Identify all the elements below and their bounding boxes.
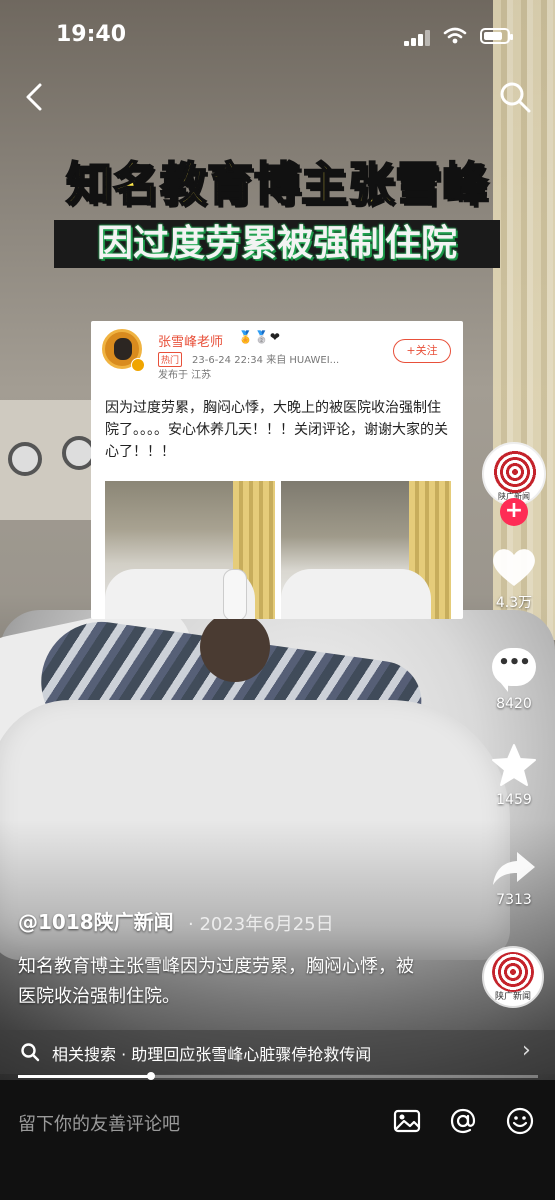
- back-button[interactable]: [18, 80, 52, 114]
- video-progress-bar[interactable]: [18, 1072, 538, 1080]
- video-progress-handle[interactable]: [146, 1072, 155, 1080]
- star-icon: [492, 744, 536, 786]
- related-search-text: 相关搜索 · 助理回应张雪峰心脏骤停抢救传闻: [52, 1045, 372, 1064]
- shaanxi-radio-logo-icon: [492, 450, 538, 494]
- favorite-count: 1459: [496, 792, 532, 808]
- search-icon: [500, 82, 531, 113]
- music-disc[interactable]: 陕广新闻: [482, 946, 544, 1008]
- video-frame[interactable]: 19:40 知名教育博主张雪峰 因过度劳累被强制住院 张雪峰老师 🏅🥈❤ 热门 …: [0, 0, 555, 1080]
- comment-bubble-icon: •••: [492, 648, 536, 692]
- verified-badge-icon: [131, 358, 145, 372]
- comment-count: 8420: [496, 696, 532, 712]
- comment-button[interactable]: ••• 8420: [483, 648, 545, 712]
- heart-icon: [493, 549, 535, 586]
- weibo-post-location: 发布于 江苏: [158, 370, 212, 381]
- follow-plus-button[interactable]: +: [500, 498, 528, 526]
- post-author[interactable]: @1018陕广新闻: [18, 906, 174, 935]
- post-date: · 2023年6月25日: [188, 914, 334, 935]
- weibo-user-name: 张雪峰老师: [158, 335, 224, 350]
- video-headline-line2-box: 因过度劳累被强制住院: [54, 220, 500, 268]
- weibo-medal-icons: 🏅🥈❤: [238, 330, 281, 344]
- weibo-post-body: 因为过度劳累，胸闷心悸，大晚上的被医院收治强制住院了。。。。安心休养几天！！！关…: [105, 400, 448, 460]
- weibo-follow-button: +关注: [393, 339, 451, 363]
- search-button[interactable]: [498, 80, 532, 114]
- favorite-button[interactable]: 1459: [483, 742, 545, 808]
- like-button[interactable]: 4.3万: [483, 546, 545, 612]
- status-bar: 19:40: [0, 0, 555, 70]
- share-button[interactable]: 7313: [483, 848, 545, 908]
- weibo-post-time: 23-6-24 22:34 来自 HUAWEI...: [192, 355, 340, 366]
- wifi-icon: [443, 26, 467, 51]
- weibo-post-card: 张雪峰老师 🏅🥈❤ 热门 23-6-24 22:34 来自 HUAWEI... …: [91, 321, 463, 619]
- related-search-bar[interactable]: 相关搜索 · 助理回应张雪峰心脏骤停抢救传闻 ›: [0, 1030, 555, 1074]
- share-count: 7313: [496, 892, 532, 908]
- smiley-icon[interactable]: [505, 1106, 535, 1136]
- weibo-photo-2: [281, 481, 451, 619]
- comment-input[interactable]: 留下你的友善评论吧: [18, 1110, 180, 1136]
- at-icon[interactable]: [448, 1106, 478, 1136]
- weibo-photo-1: [105, 481, 275, 619]
- cellular-signal-icon: [404, 30, 432, 46]
- video-progress-fill: [18, 1075, 151, 1078]
- author-avatar[interactable]: 陕广新闻: [482, 442, 546, 506]
- chevron-left-icon: [26, 83, 42, 111]
- shaanxi-radio-logo-icon: [492, 952, 534, 992]
- chevron-right-icon: ›: [522, 1038, 531, 1063]
- share-arrow-icon: [493, 852, 535, 885]
- video-headline-line2: 因过度劳累被强制住院: [96, 223, 457, 264]
- search-icon: [21, 1043, 40, 1062]
- battery-icon: [480, 28, 513, 44]
- hot-tag: 热门: [158, 352, 183, 367]
- wall-outlet: [8, 442, 42, 476]
- post-description: 知名教育博主张雪峰因为过度劳累，胸闷心悸，被医院收治强制住院。: [18, 956, 414, 1007]
- like-count: 4.3万: [495, 595, 533, 611]
- video-headline-line1: 知名教育博主张雪峰: [65, 156, 489, 212]
- image-icon[interactable]: [392, 1106, 422, 1136]
- background-patient-head: [200, 612, 270, 682]
- music-disc-label: 陕广新闻: [494, 992, 531, 1002]
- status-time: 19:40: [56, 22, 127, 47]
- comment-bar: 留下你的友善评论吧: [0, 1080, 555, 1200]
